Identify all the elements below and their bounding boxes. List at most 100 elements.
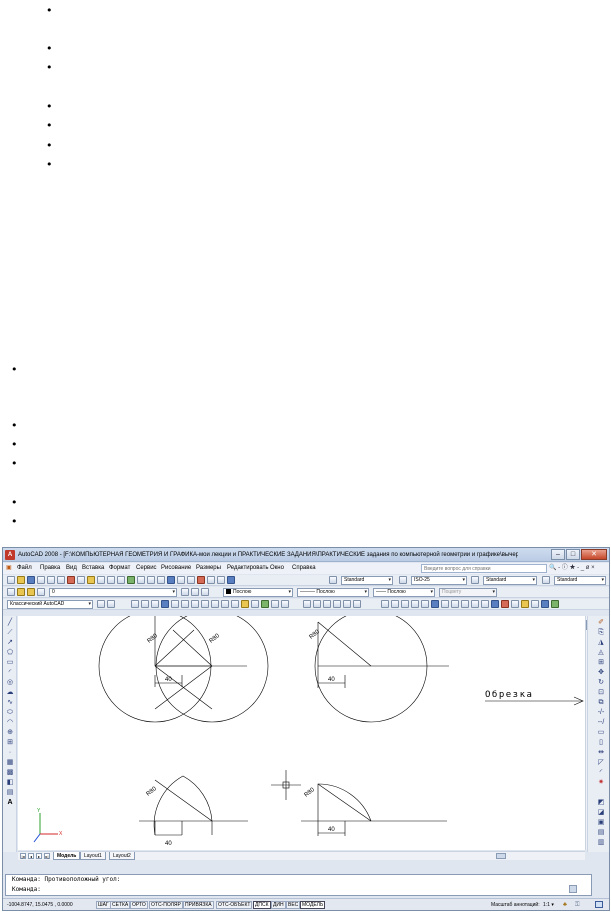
workspace-select[interactable]: Классический AutoCAD [7, 600, 93, 609]
workspace-save-icon[interactable] [107, 600, 115, 608]
new-icon[interactable] [7, 576, 15, 584]
layer-lock-icon[interactable] [37, 588, 45, 596]
3d-rotate-icon[interactable] [251, 600, 259, 608]
paste-icon[interactable] [87, 576, 95, 584]
maximize-button[interactable]: □ [566, 549, 580, 560]
ducs-toggle[interactable]: ДПСК [253, 901, 271, 909]
hidden-icon[interactable] [401, 600, 409, 608]
array-icon[interactable]: ⊞ [597, 659, 605, 666]
gradient-icon[interactable]: ▩ [6, 769, 14, 776]
make-current-layer-icon[interactable] [181, 588, 189, 596]
next-tab-button[interactable]: ▸ [36, 853, 42, 859]
tab-layout2[interactable]: Layout2 [109, 852, 135, 860]
world-ucs-icon[interactable] [531, 600, 539, 608]
menu-dimension[interactable]: Размеры [196, 563, 221, 574]
otrack-toggle[interactable]: ОТС-ОБЪЕКТ [216, 901, 253, 909]
intersect-icon[interactable] [323, 600, 331, 608]
drawing-canvas[interactable]: R80 R80 R80 R80 R80 40 40 40 40 Обрезка … [18, 616, 585, 850]
make-block-icon[interactable]: ⊞ [6, 739, 14, 746]
zoom-realtime-icon[interactable] [137, 576, 145, 584]
polygon-icon[interactable]: ⬠ [6, 649, 14, 656]
2d-wireframe-icon[interactable] [381, 600, 389, 608]
lights-icon[interactable] [441, 600, 449, 608]
layer-previous-icon[interactable] [191, 588, 199, 596]
send-back-icon[interactable]: ▣ [597, 819, 605, 826]
revision-cloud-icon[interactable]: ☁ [6, 689, 14, 696]
construction-line-icon[interactable]: ⟋ [6, 629, 14, 636]
render-window-icon[interactable] [491, 600, 499, 608]
tab-layout1[interactable]: Layout1 [80, 852, 106, 860]
horizontal-scroll-thumb[interactable] [496, 853, 506, 859]
break-at-point-icon[interactable]: ▭ [597, 729, 605, 736]
menu-edit[interactable]: Правка [40, 563, 60, 574]
match-properties-icon[interactable] [97, 576, 105, 584]
layer-manager-icon[interactable] [7, 588, 15, 596]
materials-icon[interactable] [451, 600, 459, 608]
redo-icon[interactable] [117, 576, 125, 584]
extend-icon[interactable]: --/ [597, 719, 605, 726]
wedge-icon[interactable] [171, 600, 179, 608]
model-toggle[interactable]: МОДЕЛЬ [300, 901, 326, 909]
command-scroll-thumb[interactable] [569, 885, 577, 893]
command-window[interactable]: Команда: Противоположный угол: Команда: [5, 874, 592, 896]
osnap-toggle[interactable]: ПРИВЯЗКА [183, 901, 214, 909]
cylinder-icon[interactable] [151, 600, 159, 608]
properties-icon[interactable] [167, 576, 175, 584]
coordinates-readout[interactable]: -1004.8747, 15.0475 , 0.0000 [7, 900, 93, 910]
arc-icon[interactable]: ◜ [6, 669, 14, 676]
markup-icon[interactable] [207, 576, 215, 584]
copy-icon[interactable] [77, 576, 85, 584]
trim-icon[interactable]: -/- [597, 709, 605, 716]
quickcalc-icon[interactable] [217, 576, 225, 584]
pyramid-icon[interactable] [191, 600, 199, 608]
subtract-icon[interactable] [313, 600, 321, 608]
polar-toggle[interactable]: ОТС-ПОЛЯР [149, 901, 183, 909]
text-style-icon[interactable] [329, 576, 337, 584]
color-select[interactable]: Послою [223, 588, 293, 597]
menu-insert[interactable]: Вставка [82, 563, 104, 574]
menu-draw[interactable]: Рисование [161, 563, 191, 574]
menu-modify[interactable]: Редактировать [227, 563, 268, 574]
3d-align-icon[interactable] [261, 600, 269, 608]
help-search-input[interactable] [421, 564, 547, 573]
layer-select[interactable]: 0 [49, 588, 177, 597]
polyline-icon[interactable]: ↗ [6, 639, 14, 646]
command-prompt[interactable]: Команда: [12, 885, 591, 895]
multiline-text-icon[interactable]: A [6, 799, 14, 806]
scale-icon[interactable]: ⊡ [597, 689, 605, 696]
break-icon[interactable]: ▯ [597, 739, 605, 746]
union-icon[interactable] [303, 600, 311, 608]
menu-help[interactable]: Справка [292, 563, 316, 574]
annotation-visibility-icon[interactable]: ♣ [563, 900, 567, 910]
erase-icon[interactable]: ✐ [597, 619, 605, 626]
table-style-select[interactable]: Standard [483, 576, 537, 585]
preview-icon[interactable] [47, 576, 55, 584]
join-icon[interactable]: ⇹ [597, 749, 605, 756]
3d-mirror-icon[interactable] [281, 600, 289, 608]
conceptual-icon[interactable] [421, 600, 429, 608]
render-region-icon[interactable] [501, 600, 509, 608]
copy-object-icon[interactable]: ⎘ [597, 629, 605, 636]
fillet-icon[interactable]: ◜ [597, 769, 605, 776]
design-center-icon[interactable] [177, 576, 185, 584]
box-icon[interactable] [131, 600, 139, 608]
cut-icon[interactable] [67, 576, 75, 584]
layer-on-icon[interactable] [17, 588, 25, 596]
print-icon[interactable] [37, 576, 45, 584]
sweep-icon[interactable] [221, 600, 229, 608]
stretch-icon[interactable]: ⧉ [597, 699, 605, 706]
line-icon[interactable]: ╱ [6, 619, 14, 626]
chamfer-icon[interactable]: ◸ [597, 759, 605, 766]
render-environment-icon[interactable] [471, 600, 479, 608]
mirror-icon[interactable]: ◮ [597, 639, 605, 646]
multileader-style-icon[interactable] [542, 576, 550, 584]
document-icon[interactable]: ▣ [6, 563, 12, 574]
sun-icon[interactable] [511, 600, 519, 608]
ortho-toggle[interactable]: ОРТО [130, 901, 148, 909]
extrude-icon[interactable] [201, 600, 209, 608]
workspace-settings-icon[interactable] [97, 600, 105, 608]
help-tools-icons[interactable]: 🔍 - ⓘ ★ - _ ø × [549, 563, 595, 574]
help-icon[interactable] [227, 576, 235, 584]
move-icon[interactable]: ✥ [597, 669, 605, 676]
insert-block-icon[interactable]: ⊕ [6, 729, 14, 736]
